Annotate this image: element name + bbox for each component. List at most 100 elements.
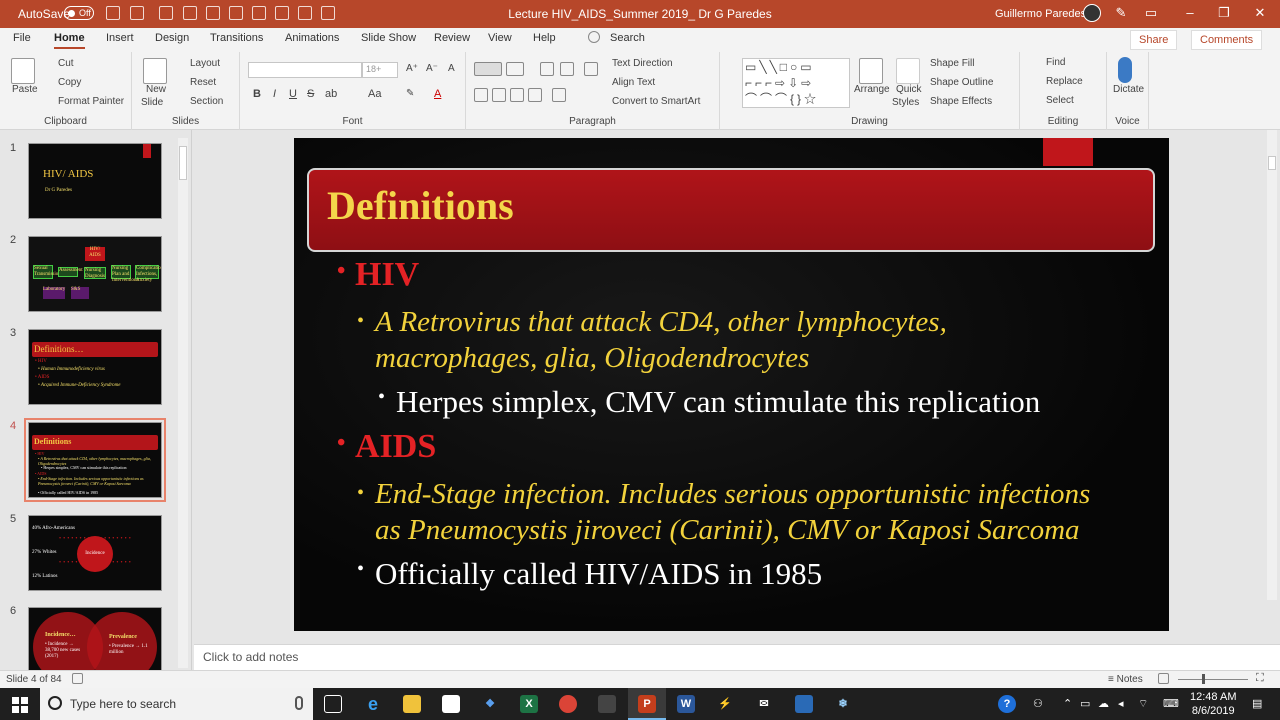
text-direction-button[interactable]: Text Direction — [612, 58, 673, 69]
thumbnails-scrollbar[interactable] — [178, 138, 188, 668]
italic-button[interactable]: I — [273, 88, 276, 100]
avatar[interactable] — [1083, 4, 1101, 22]
slide-title[interactable]: Definitions — [327, 182, 514, 229]
start-button[interactable] — [12, 697, 28, 713]
font-size-box[interactable]: 18+ — [362, 62, 398, 78]
scrollbar-thumb[interactable] — [179, 146, 187, 180]
sub-bullet-hiv-definition[interactable]: • A Retrovirus that attack CD4, other lym… — [357, 304, 947, 376]
new-slide-label-2[interactable]: Slide — [141, 97, 163, 108]
bullets-icon[interactable] — [474, 62, 502, 76]
shape-effects-button[interactable]: Shape Effects — [930, 96, 992, 107]
microphone-icon[interactable] — [295, 696, 303, 710]
replace-button[interactable]: Replace — [1046, 76, 1083, 87]
slide-thumbnail-3[interactable]: Definitions… • HIV • Human Immunodeficie… — [28, 329, 162, 405]
user-name[interactable]: Guillermo Paredes — [995, 8, 1086, 20]
shapes-gallery[interactable]: ▭╲╲□○▭ ⌐⌐⌐⇨⇩⇨ ⌒⌒⌒{}☆ — [742, 58, 850, 108]
help-icon[interactable]: ? — [998, 695, 1016, 713]
quick-styles-label-2[interactable]: Styles — [892, 97, 919, 108]
slide-thumbnail-4[interactable]: Definitions • HIV • A Retrovirus that at… — [24, 418, 166, 502]
onedrive-icon[interactable]: ☁ — [1098, 697, 1109, 710]
tab-view[interactable]: View — [488, 32, 512, 44]
close-icon[interactable]: ✕ — [1252, 5, 1268, 21]
accessibility-icon[interactable] — [72, 673, 83, 684]
app-icon[interactable] — [598, 695, 616, 713]
volume-icon[interactable]: ◂ — [1118, 697, 1124, 710]
keyboard-icon[interactable]: ⌨ — [1163, 697, 1179, 710]
chrome-icon[interactable] — [559, 695, 577, 713]
highlight-icon[interactable]: ✎ — [406, 88, 414, 99]
people-icon[interactable]: ⚇ — [1033, 697, 1043, 710]
reset-button[interactable]: Reset — [190, 77, 216, 88]
clock[interactable]: 12:48 AM 8/6/2019 — [1190, 690, 1236, 718]
comments-button[interactable]: Comments — [1191, 30, 1263, 50]
tab-review[interactable]: Review — [434, 32, 470, 44]
align-left-icon[interactable] — [474, 88, 488, 102]
scrollbar-thumb[interactable] — [1268, 156, 1276, 170]
share-button[interactable]: Share — [1130, 30, 1178, 50]
grow-font-icon[interactable]: A⁺ — [406, 63, 418, 74]
decrease-indent-icon[interactable] — [540, 62, 554, 76]
comments-view-icon[interactable] — [1158, 673, 1169, 684]
notes-pane[interactable]: Click to add notes — [194, 644, 1280, 670]
ribbon-display-icon[interactable]: ▭ — [1143, 5, 1159, 21]
dictate-button[interactable]: Dictate — [1113, 84, 1144, 95]
word-icon[interactable]: W — [677, 695, 695, 713]
tab-slide-show[interactable]: Slide Show — [361, 32, 416, 44]
store-icon[interactable] — [442, 695, 460, 713]
slide-thumbnail-2[interactable]: HIV/ AIDS Sexual Transmission Assessment… — [28, 236, 162, 312]
tab-design[interactable]: Design — [155, 32, 189, 44]
slide-canvas[interactable]: Definitions • HIV • A Retrovirus that atta… — [294, 138, 1169, 631]
fit-slide-icon[interactable]: ⛶ — [1256, 672, 1264, 685]
strikethrough-button[interactable]: S — [307, 88, 314, 100]
remote-desktop-icon[interactable] — [795, 695, 813, 713]
microphone-icon[interactable] — [1118, 57, 1132, 83]
show-hidden-icons[interactable]: ⌃ — [1063, 697, 1072, 710]
sub-bullet-aids-definition[interactable]: • End-Stage infection. Includes serious o… — [357, 476, 1090, 548]
new-slide-label-1[interactable]: New — [146, 84, 166, 95]
quick-styles-icon[interactable] — [896, 58, 920, 84]
font-name-box[interactable] — [248, 62, 362, 78]
justify-icon[interactable] — [528, 88, 542, 102]
font-color-icon[interactable]: A — [434, 88, 441, 100]
notes-placeholder[interactable]: Click to add notes — [203, 650, 298, 664]
section-button[interactable]: Section — [190, 96, 223, 107]
arrange-button[interactable]: Arrange — [854, 84, 890, 95]
format-painter-button[interactable]: Format Painter — [58, 96, 124, 107]
slide-thumbnail-1[interactable]: HIV/ AIDS Dr G Paredes — [28, 143, 162, 219]
cut-button[interactable]: Cut — [58, 58, 74, 69]
zoom-slider-thumb[interactable] — [1202, 674, 1205, 684]
convert-smartart-button[interactable]: Convert to SmartArt — [612, 96, 700, 107]
layout-button[interactable]: Layout — [190, 58, 220, 69]
notes-toggle[interactable]: ≡ Notes — [1108, 674, 1143, 685]
quick-styles-label-1[interactable]: Quick — [896, 84, 922, 95]
sub-sub-bullet-herpes[interactable]: • Herpes simplex, CMV can stimulate this … — [378, 384, 1040, 420]
editor-scrollbar[interactable] — [1267, 130, 1277, 600]
select-button[interactable]: Select — [1046, 95, 1074, 106]
tab-insert[interactable]: Insert — [106, 32, 134, 44]
clear-format-icon[interactable]: A — [448, 63, 455, 74]
char-spacing-button[interactable]: ab — [325, 88, 337, 100]
tell-me-search[interactable]: Search — [588, 31, 645, 44]
align-text-button[interactable]: Align Text — [612, 77, 655, 88]
arrange-icon[interactable] — [859, 58, 883, 84]
underline-button[interactable]: U — [289, 88, 297, 100]
paste-icon[interactable] — [11, 58, 35, 84]
pen-icon[interactable]: ✎ — [1113, 5, 1129, 21]
columns-icon[interactable] — [552, 88, 566, 102]
tab-animations[interactable]: Animations — [285, 32, 339, 44]
new-slide-icon[interactable] — [143, 58, 167, 84]
numbering-icon[interactable] — [506, 62, 524, 76]
tab-transitions[interactable]: Transitions — [210, 32, 263, 44]
wifi-icon[interactable]: ⌔ — [1138, 697, 1148, 711]
paste-button[interactable]: Paste — [12, 84, 38, 95]
powerpoint-icon[interactable]: P — [638, 695, 656, 713]
shrink-font-icon[interactable]: A⁻ — [426, 63, 438, 74]
edge-icon[interactable]: e — [364, 695, 382, 713]
align-right-icon[interactable] — [510, 88, 524, 102]
bold-button[interactable]: B — [253, 88, 261, 100]
restore-icon[interactable]: ❐ — [1216, 5, 1232, 21]
notifications-icon[interactable]: ▤ — [1252, 697, 1262, 710]
zoom-slider[interactable] — [1178, 679, 1248, 680]
task-view-icon[interactable] — [324, 695, 342, 713]
line-spacing-icon[interactable] — [584, 62, 598, 76]
